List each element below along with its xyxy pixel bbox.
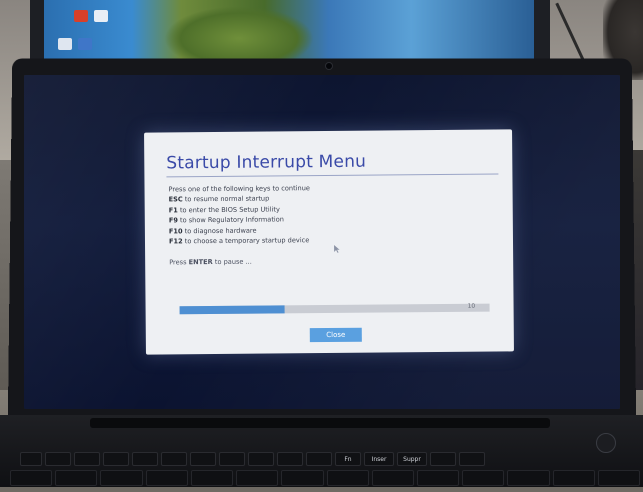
keyboard-key[interactable]	[598, 470, 640, 486]
key-options-list: Press one of the following keys to conti…	[168, 183, 310, 247]
pause-key: ENTER	[189, 258, 213, 266]
webcam-icon	[326, 63, 332, 69]
keyboard-key[interactable]	[190, 452, 216, 466]
countdown-progress-fill	[180, 305, 285, 314]
keyboard-key[interactable]	[191, 470, 233, 486]
keyboard-key[interactable]	[55, 470, 97, 486]
keyboard-key[interactable]	[103, 452, 129, 466]
option-key: F12	[169, 237, 183, 245]
intro-text: Press one of the following keys to conti…	[168, 183, 309, 195]
keyboard-key[interactable]	[248, 452, 274, 466]
option-key: F1	[169, 206, 178, 214]
close-button[interactable]: Close	[310, 328, 362, 342]
keyboard-key[interactable]	[553, 470, 595, 486]
option-text: to diagnose hardware	[185, 226, 257, 235]
keyboard-key[interactable]	[20, 452, 42, 466]
keyboard-key[interactable]	[132, 452, 158, 466]
countdown-progress-bar	[180, 304, 490, 315]
keyboard-key[interactable]	[146, 470, 188, 486]
pause-prefix: Press	[169, 258, 186, 266]
pause-suffix: to pause ...	[215, 258, 252, 266]
keyboard-key[interactable]	[306, 452, 332, 466]
option-text: to resume normal startup	[185, 195, 270, 204]
option-key: ESC	[169, 196, 183, 204]
wallpaper-island	[164, 6, 314, 60]
keyboard-key[interactable]	[327, 470, 369, 486]
keyboard-key[interactable]	[462, 470, 504, 486]
option-key: F9	[169, 217, 178, 225]
startup-interrupt-dialog: Startup Interrupt Menu Press one of the …	[144, 129, 514, 354]
keyboard-key-delete[interactable]: Suppr	[397, 452, 427, 466]
title-divider	[166, 174, 498, 178]
keyboard-key[interactable]	[219, 452, 245, 466]
dialog-title: Startup Interrupt Menu	[166, 152, 366, 174]
option-f12: F12 to choose a temporary startup device	[169, 235, 310, 247]
keyboard-key-insert[interactable]: Inser	[364, 452, 394, 466]
option-key: F10	[169, 227, 183, 235]
keyboard-key[interactable]	[100, 470, 142, 486]
desktop-app-icon	[74, 10, 88, 22]
keyboard-key[interactable]	[236, 470, 278, 486]
keyboard-key[interactable]	[10, 470, 52, 486]
pause-instruction: Press ENTER to pause ...	[169, 258, 252, 267]
keyboard-key-fn[interactable]: Fn	[335, 452, 361, 466]
background-monitor-screen	[44, 0, 534, 60]
keyboard-key[interactable]	[277, 452, 303, 466]
keyboard-key[interactable]	[372, 470, 414, 486]
desktop-app-icon	[58, 38, 72, 50]
desktop-app-icon	[78, 38, 92, 50]
keyboard-key[interactable]	[281, 470, 323, 486]
option-text: to choose a temporary startup device	[185, 236, 310, 245]
keyboard-key[interactable]	[417, 470, 459, 486]
keyboard-row	[10, 470, 640, 488]
countdown-value: 10	[468, 303, 476, 310]
keyboard-key[interactable]	[45, 452, 71, 466]
keyboard-key[interactable]	[161, 452, 187, 466]
keyboard-key[interactable]	[507, 470, 549, 486]
option-text: to show Regulatory Information	[180, 216, 284, 225]
laptop-hinge	[90, 418, 550, 428]
keyboard-key[interactable]	[430, 452, 456, 466]
desktop-app-icon	[94, 10, 108, 22]
option-text: to enter the BIOS Setup Utility	[180, 205, 280, 214]
mouse-pointer-icon	[334, 245, 340, 253]
keyboard-key[interactable]	[74, 452, 100, 466]
keyboard-key[interactable]	[459, 452, 485, 466]
